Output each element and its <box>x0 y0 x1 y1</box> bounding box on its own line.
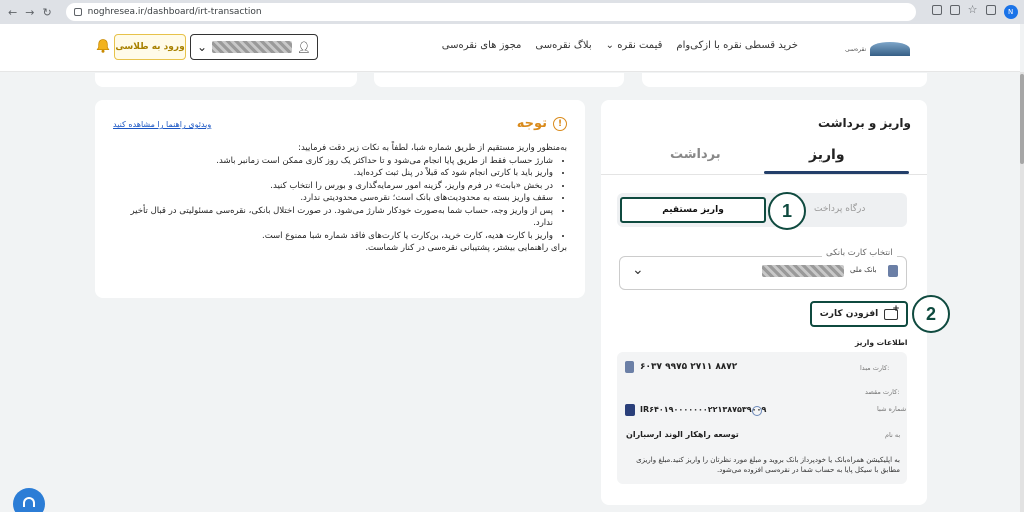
forward-icon[interactable]: → <box>25 5 34 19</box>
gateway-option[interactable]: درگاه پرداخت <box>814 204 865 214</box>
origin-card-value: ۶۰۳۷ ۹۹۷۵ ۲۷۱۱ ۸۸۷۲ <box>640 362 738 372</box>
nav-blog[interactable]: بلاگ نقره‌سی <box>535 40 591 51</box>
sheba-label: شماره شبا <box>877 405 907 413</box>
add-card-label: افزودن کارت <box>819 309 879 319</box>
tab-deposit[interactable]: واریز <box>809 147 845 163</box>
summary-card-stub <box>374 73 624 87</box>
origin-card-label: کارت مبدا: <box>860 364 890 372</box>
chevron-down-icon: ⌄ <box>605 40 614 51</box>
notice-item: سقف واریز بسته به محدودیت‌های بانک است؛ … <box>112 192 553 205</box>
direct-deposit-option[interactable]: واریز مستقیم <box>620 197 766 223</box>
destination-card-label: کارت مقصد: <box>865 388 900 396</box>
bookmark-star-icon[interactable]: ☆ <box>968 4 978 15</box>
logo-text: نقره‌سی <box>845 45 867 53</box>
notice-intro: به‌منظور واریز مستقیم از طریق شماره شبا،… <box>298 143 567 153</box>
site-logo[interactable]: نقره‌سی <box>845 38 925 60</box>
site-info-icon[interactable] <box>73 8 82 16</box>
notice-item: شارژ حساب فقط از طریق پایا انجام می‌شود … <box>112 155 553 168</box>
url-text: noghresea.ir/dashboard/irt-transaction <box>87 7 262 17</box>
sheba-value: IR۶۴۰۱۹۰۰۰۰۰۰۰۲۲۱۳۸۷۵۳۹۰۰۹ <box>640 405 767 414</box>
summary-card-stub <box>642 73 927 87</box>
notice-item: پس از واریز وجه، حساب شما به‌صورت خودکار… <box>112 205 553 230</box>
nav-licenses[interactable]: مجوز های نقره‌سی <box>442 40 522 51</box>
nav-silver-price[interactable]: قیمت نقره ⌄ <box>606 40 663 51</box>
deposit-card-title: واریز و برداشت <box>817 116 911 130</box>
notice-item: در بخش «بابت» در فرم واریز، گزینه امور س… <box>112 180 553 193</box>
site-header: نقره‌سی خرید قسطی نقره با ازکی‌وام قیمت … <box>0 24 1020 72</box>
user-icon: 👤︎ <box>297 40 311 54</box>
back-icon[interactable]: ← <box>8 5 17 19</box>
notice-body: به‌منظور واریز مستقیم از طریق شماره شبا،… <box>112 142 567 255</box>
notice-list: شارژ حساب فقط از طریق پایا انجام می‌شود … <box>112 155 567 243</box>
bank-melli-logo-icon <box>625 361 634 373</box>
notice-outro: برای راهنمایی بیشتر، پشتیبانی نقره‌سی در… <box>365 243 567 253</box>
account-holder-label: به نام <box>885 431 901 439</box>
reload-icon[interactable]: ↻ <box>42 5 51 19</box>
main-nav: خرید قسطی نقره با ازکی‌وام قیمت نقره ⌄ ب… <box>442 40 798 51</box>
add-card-button[interactable]: افزودن کارت <box>810 301 908 327</box>
scrollbar-thumb[interactable] <box>1020 74 1024 164</box>
login-talasi-button[interactable]: ورود به طلاسی <box>114 34 186 60</box>
profile-avatar[interactable]: N <box>1003 5 1018 19</box>
deposit-info-title: اطلاعات واریز <box>855 338 908 347</box>
add-card-icon <box>884 304 900 320</box>
notice-item: واریز با کارت هدیه، کارت خرید، بن‌کارت ی… <box>112 230 553 243</box>
card-number-redacted <box>762 265 844 277</box>
account-holder-value: توسعه راهکار الوند ارسباران <box>626 430 739 439</box>
step-1-marker: 1 <box>768 192 806 230</box>
sidebar-icon[interactable] <box>985 5 996 15</box>
bank-melli-logo-icon <box>888 265 898 277</box>
copy-icon[interactable] <box>752 406 762 416</box>
address-bar[interactable]: noghresea.ir/dashboard/irt-transaction <box>65 3 916 21</box>
headset-icon <box>23 497 35 507</box>
tab-withdraw[interactable]: برداشت <box>670 147 721 162</box>
notice-title: ! توجه <box>517 116 567 131</box>
chevron-down-icon[interactable]: ⌄ <box>632 262 644 278</box>
bank-card-select-label: انتخاب کارت بانکی <box>822 248 897 258</box>
browser-toolbar: ← → ↻ noghresea.ir/dashboard/irt-transac… <box>0 0 1024 24</box>
logo-wave-icon <box>870 42 911 56</box>
extension-icon[interactable] <box>931 5 942 15</box>
notice-title-text: توجه <box>516 116 547 131</box>
user-menu[interactable]: ⌄ 👤︎ <box>190 34 318 60</box>
username-redacted <box>212 41 293 53</box>
nav-installment[interactable]: خرید قسطی نقره با ازکی‌وام <box>676 40 798 51</box>
notice-item: واریز باید با کارتی انجام شود که قبلاً د… <box>112 167 553 180</box>
bell-icon[interactable] <box>95 38 111 54</box>
deposit-instructions: به اپلیکیشن همراه‌بانک یا خودپرداز بانک … <box>636 456 900 474</box>
summary-card-stub <box>95 73 357 87</box>
chevron-down-icon: ⌄ <box>197 40 208 54</box>
warning-icon: ! <box>553 116 567 131</box>
video-guide-link[interactable]: ویدئوی راهنما را مشاهده کنید <box>113 120 211 129</box>
notice-card: ! توجه ویدئوی راهنما را مشاهده کنید به‌م… <box>95 100 585 298</box>
bank-logo-icon <box>625 404 635 416</box>
nav-silver-price-label: قیمت نقره <box>617 40 663 51</box>
tab-divider <box>601 174 927 175</box>
bank-name: بانک ملی <box>850 266 877 274</box>
screenshot-icon[interactable] <box>949 5 960 15</box>
step-2-marker: 2 <box>912 295 950 333</box>
